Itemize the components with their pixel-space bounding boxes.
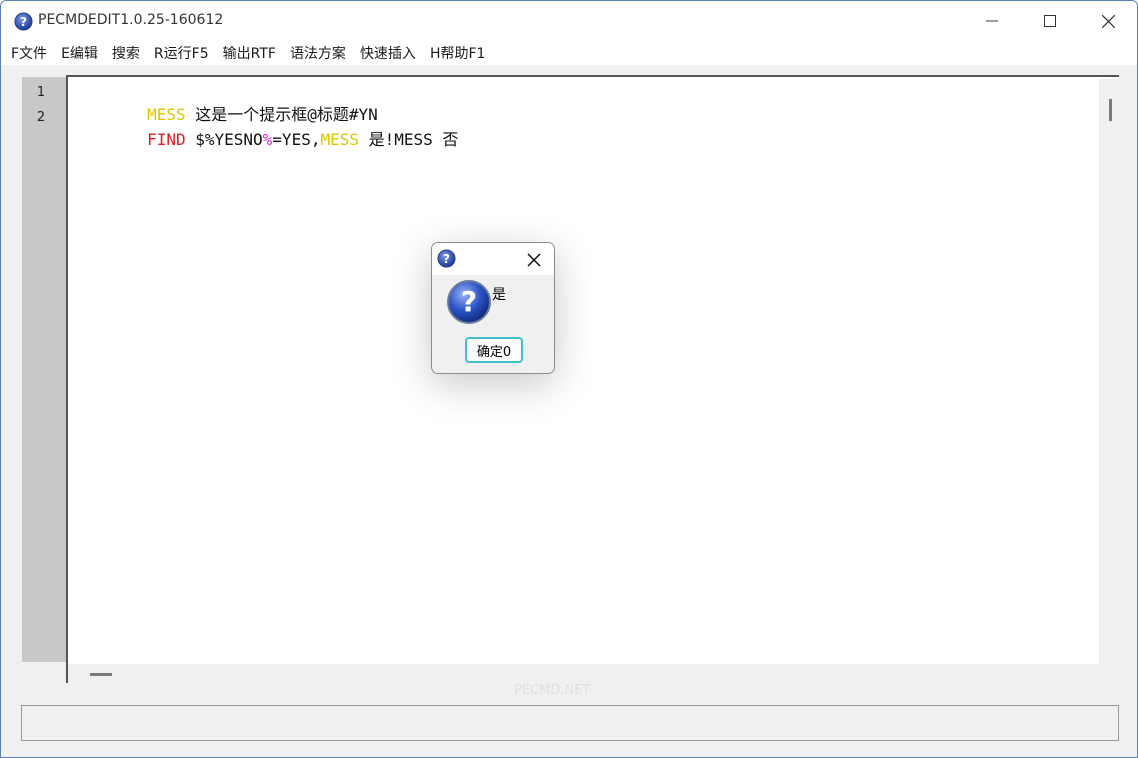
question-icon: ?: [14, 12, 33, 31]
dialog-close-icon[interactable]: [524, 250, 544, 270]
keyword-token: FIND: [147, 130, 186, 149]
message-dialog: ? ? 是 确定0: [431, 242, 555, 374]
code-line-2: FIND $%YESNO%=YES,MESS 是!MESS 否: [70, 107, 458, 169]
svg-text:?: ?: [461, 285, 477, 318]
minimize-button[interactable]: [963, 1, 1021, 41]
menu-search[interactable]: 搜索: [112, 43, 140, 63]
line-number: 1: [36, 85, 46, 100]
text-token: =YES,: [272, 130, 321, 149]
menu-syntax-scheme[interactable]: 语法方案: [290, 43, 346, 63]
horizontal-scrollbar[interactable]: [68, 664, 1119, 684]
window-title: PECMDEDIT1.0.25-160612: [38, 12, 224, 28]
line-number-gutter: 1 2: [22, 77, 66, 662]
code-editor[interactable]: MESS 这是一个提示框@标题#YN FIND $%YESNO%=YES,MES…: [66, 75, 1119, 684]
dialog-title-bar: ?: [432, 243, 554, 275]
menu-bar: F文件 E编辑 搜索 R运行F5 输出RTF 语法方案 快速插入 H帮助F1: [1, 41, 1137, 65]
menu-export-rtf[interactable]: 输出RTF: [223, 43, 276, 63]
question-icon: ?: [437, 249, 456, 268]
dialog-message: 是: [492, 287, 506, 303]
close-button[interactable]: [1079, 1, 1137, 41]
operator-token: %: [262, 130, 273, 149]
close-icon: [1101, 14, 1115, 28]
horizontal-scroll-thumb[interactable]: [90, 673, 112, 676]
menu-quick-insert[interactable]: 快速插入: [360, 43, 416, 63]
menu-run[interactable]: R运行F5: [154, 43, 209, 63]
title-bar: ? PECMDEDIT1.0.25-160612: [1, 1, 1137, 41]
ok-button[interactable]: 确定0: [465, 337, 523, 363]
watermark: PECMD.NET: [514, 683, 591, 698]
maximize-icon: [1044, 15, 1056, 27]
svg-text:?: ?: [20, 15, 27, 29]
vertical-scrollbar[interactable]: [1099, 79, 1119, 665]
status-bar: [21, 705, 1119, 741]
menu-help[interactable]: H帮助F1: [430, 43, 486, 63]
maximize-button[interactable]: [1021, 1, 1079, 41]
text-token: 是!MESS 否: [359, 130, 459, 149]
app-window: ? PECMDEDIT1.0.25-160612 F文件 E编辑 搜索 R运行F…: [0, 0, 1138, 758]
menu-file[interactable]: F文件: [11, 43, 47, 63]
line-number: 2: [36, 110, 46, 125]
text-token: $%YESNO: [185, 130, 263, 149]
svg-text:?: ?: [443, 252, 450, 266]
vertical-scroll-thumb[interactable]: [1109, 99, 1112, 121]
minimize-icon: [986, 20, 998, 22]
menu-edit[interactable]: E编辑: [61, 43, 98, 63]
keyword-token: MESS: [320, 130, 359, 149]
question-icon: ?: [447, 280, 491, 324]
editor-frame: 1 2 MESS 这是一个提示框@标题#YN FIND $%YESNO%=YES…: [21, 75, 1119, 685]
